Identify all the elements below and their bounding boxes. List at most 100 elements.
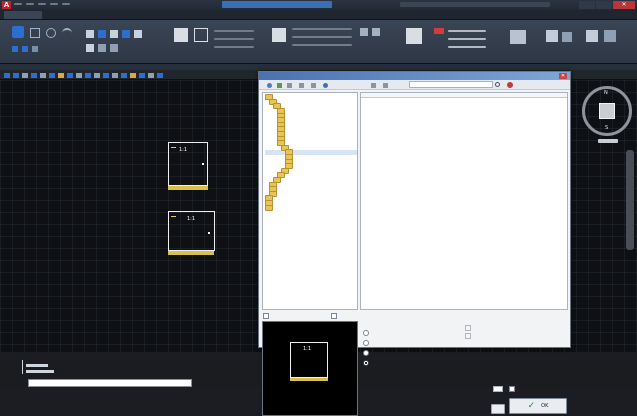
dimension-tool-icon[interactable]	[194, 28, 208, 42]
toolbar-icon[interactable]	[13, 73, 19, 78]
draw-small-icon[interactable]	[22, 46, 28, 52]
ribbon-tab[interactable]	[188, 12, 218, 18]
ribbon-tab[interactable]	[220, 12, 244, 18]
help-icon[interactable]	[507, 82, 513, 88]
stretch-tool-icon[interactable]	[86, 44, 94, 52]
drawing-frame[interactable]: 1:1	[168, 142, 208, 186]
quick-access-toolbar[interactable]	[14, 3, 104, 7]
annotation-dropdown[interactable]	[214, 38, 254, 40]
search-icon[interactable]	[495, 82, 500, 87]
toolbar-icon[interactable]	[121, 73, 127, 78]
tree-option-checkbox[interactable]	[331, 312, 367, 319]
toolbar-icon[interactable]	[40, 73, 46, 78]
draw-small-icon[interactable]	[12, 46, 18, 52]
radio-option[interactable]	[363, 329, 423, 336]
checkbox-box[interactable]	[263, 312, 269, 319]
toolbar-icon[interactable]	[31, 73, 37, 78]
search-input[interactable]	[409, 81, 493, 88]
vertical-scrollbar[interactable]	[626, 150, 634, 250]
toolbar-icon[interactable]	[22, 73, 28, 78]
toolbar-icon[interactable]	[76, 73, 82, 78]
ribbon-tab[interactable]	[370, 12, 396, 18]
properties-dropdown[interactable]	[448, 46, 486, 48]
toolbar-icon[interactable]	[85, 73, 91, 78]
right-option[interactable]	[465, 324, 525, 331]
copy-tool-icon[interactable]	[122, 30, 130, 38]
array-tool-icon[interactable]	[110, 44, 118, 52]
checkbox-box[interactable]	[465, 332, 471, 339]
view-icon[interactable]	[604, 30, 616, 42]
layer-tool-icon[interactable]	[372, 28, 380, 36]
properties-dropdown[interactable]	[448, 30, 486, 32]
back-icon[interactable]	[267, 83, 272, 88]
right-checkbox[interactable]	[509, 386, 567, 392]
ribbon-tab[interactable]	[104, 12, 130, 18]
layer-dropdown[interactable]	[292, 36, 352, 38]
ribbon-tab[interactable]	[158, 12, 186, 18]
color-swatch[interactable]	[434, 28, 444, 34]
viewcube[interactable]	[599, 103, 615, 119]
toolbar-icon[interactable]	[67, 73, 73, 78]
toolbar-icon[interactable]	[130, 73, 136, 78]
ribbon-tab[interactable]	[310, 12, 336, 18]
ribbon-tab[interactable]	[46, 12, 70, 18]
toolbar-icon[interactable]	[58, 73, 64, 78]
refresh-icon[interactable]	[299, 83, 304, 88]
ribbon-tab[interactable]	[338, 12, 368, 18]
ribbon-tab[interactable]	[246, 12, 276, 18]
add-icon[interactable]	[311, 83, 316, 88]
checkbox-box[interactable]	[509, 386, 515, 392]
annotation-dropdown[interactable]	[214, 30, 254, 32]
close-button[interactable]: ✕	[613, 1, 635, 9]
move-tool-icon[interactable]	[86, 30, 94, 38]
layer-properties-icon[interactable]	[272, 28, 286, 42]
rotate-tool-icon[interactable]	[98, 30, 106, 38]
toolbar-icon[interactable]	[103, 73, 109, 78]
table-row[interactable]	[363, 132, 563, 137]
toolbar-icon[interactable]	[139, 73, 145, 78]
ribbon-tab-active[interactable]	[4, 11, 42, 19]
field-input[interactable]	[493, 386, 503, 392]
toolbar-separator-icon[interactable]	[371, 83, 376, 88]
toolbar-icon[interactable]	[94, 73, 100, 78]
ribbon-tab[interactable]	[278, 12, 308, 18]
ribbon-tab[interactable]	[72, 12, 102, 18]
layer-tool-icon[interactable]	[360, 28, 368, 36]
tree-item[interactable]	[265, 204, 357, 211]
minimize-button[interactable]	[579, 1, 595, 9]
quick-access-icon[interactable]	[62, 3, 70, 5]
properties-dropdown[interactable]	[448, 38, 486, 40]
ribbon-tab[interactable]	[132, 12, 156, 18]
ok-button[interactable]: ✓ OK	[509, 398, 567, 414]
viewcube-south[interactable]: S	[605, 125, 608, 131]
checkbox-box[interactable]	[331, 312, 337, 319]
layer-dropdown[interactable]	[292, 44, 352, 46]
radio-option-selected[interactable]	[363, 359, 423, 366]
measure-icon[interactable]	[546, 30, 558, 42]
utilities-icon[interactable]	[562, 32, 572, 42]
view-icon[interactable]	[287, 83, 292, 88]
dialog-close-icon[interactable]: ✕	[559, 73, 567, 79]
maximize-button[interactable]	[596, 1, 612, 9]
quick-access-icon[interactable]	[14, 3, 22, 5]
dialog-title-bar[interactable]: ✕	[259, 72, 570, 80]
cancel-button[interactable]	[491, 404, 505, 414]
toolbar-icon[interactable]	[112, 73, 118, 78]
text-tool-icon[interactable]	[174, 28, 188, 42]
toolbar-icon[interactable]	[4, 73, 10, 78]
tree-option-checkbox[interactable]	[263, 312, 309, 319]
scale-tool-icon[interactable]	[98, 44, 106, 52]
quick-access-icon[interactable]	[38, 3, 46, 5]
ribbon-tab[interactable]	[398, 12, 420, 18]
polyline-tool-icon[interactable]	[30, 28, 40, 38]
line-tool-icon[interactable]	[12, 26, 24, 38]
favorite-icon[interactable]	[323, 83, 328, 88]
radio-option[interactable]	[363, 349, 423, 356]
app-logo[interactable]: A	[2, 1, 11, 9]
view-icon[interactable]	[586, 30, 598, 42]
trim-tool-icon[interactable]	[110, 30, 118, 38]
toolbar-icon[interactable]	[148, 73, 154, 78]
toolbar-icon[interactable]	[157, 73, 163, 78]
checkbox-box[interactable]	[465, 324, 471, 331]
right-option[interactable]	[465, 332, 525, 339]
